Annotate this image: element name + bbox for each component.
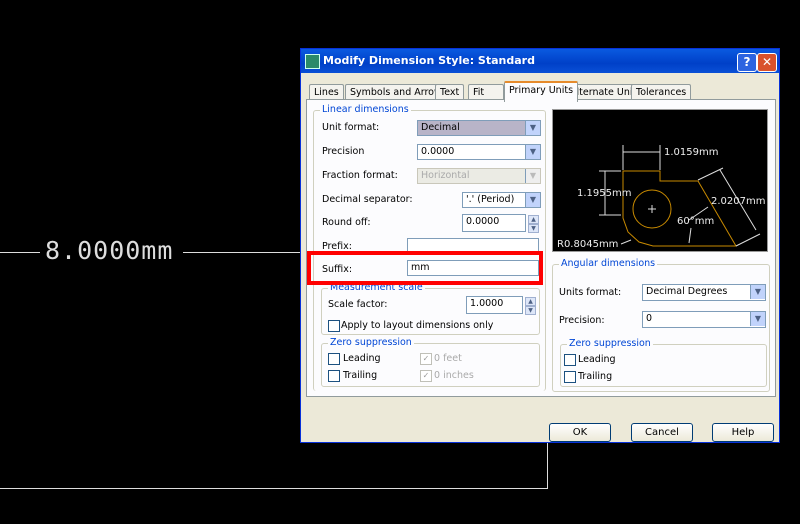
angular-units-select[interactable]: Decimal Degrees ▼ [642, 284, 766, 301]
suffix-highlight-box [307, 251, 543, 285]
ok-button[interactable]: OK [549, 423, 611, 442]
help-button[interactable]: Help [712, 423, 774, 442]
app-icon [305, 54, 320, 69]
preview-pane: 1.0159mm 1.1955mm 2.0207mm 60°mm R0.8045… [552, 109, 768, 252]
value: 0 [646, 313, 653, 324]
group-title: Linear dimensions [320, 104, 411, 115]
preview-aligned-dim: 2.0207mm [711, 196, 765, 207]
layout-only-label: Apply to layout dimensions only [341, 320, 494, 331]
chevron-down-icon: ▼ [750, 312, 765, 326]
value: 0.0000 [421, 146, 455, 157]
group-title: Angular dimensions [559, 258, 658, 269]
chevron-down-icon: ▼ [525, 145, 540, 159]
preview-drawing: 1.0159mm 1.1955mm 2.0207mm 60°mm R0.8045… [557, 145, 765, 250]
chevron-down-icon: ▼ [525, 121, 540, 135]
angular-units-label: Units format: [559, 287, 622, 298]
tab-panel: Linear dimensions Unit format: Decimal ▼ … [306, 99, 776, 397]
help-title-button[interactable]: ? [737, 53, 757, 72]
layout-only-checkbox[interactable] [328, 320, 340, 332]
tab-text[interactable]: Text [435, 84, 465, 100]
trailing-label: Trailing [343, 370, 378, 381]
value: Decimal [421, 122, 460, 133]
round-off-spinner[interactable]: ▲ ▼ [528, 215, 539, 233]
dimension-text: 8.0000mm [45, 236, 174, 265]
fraction-format-select: Horizontal ▼ [417, 168, 541, 184]
dimension-line-right [183, 252, 300, 253]
trailing-checkbox[interactable] [328, 370, 340, 382]
chevron-down-icon: ▼ [525, 169, 540, 183]
scale-factor-input[interactable]: 1.0000 [466, 296, 523, 314]
fraction-format-label: Fraction format: [322, 170, 398, 181]
zero-inches-checkbox: ✓ [420, 370, 432, 382]
tab-fit[interactable]: Fit [468, 84, 504, 100]
unit-format-select[interactable]: Decimal ▼ [417, 120, 541, 136]
scale-factor-label: Scale factor: [328, 299, 388, 310]
title-bar[interactable]: Modify Dimension Style: Standard ? ✕ [301, 49, 779, 73]
dimension-line-left [0, 252, 40, 253]
decimal-separator-label: Decimal separator: [322, 194, 413, 205]
round-off-input[interactable]: 0.0000 [462, 214, 526, 232]
precision-label: Precision [322, 146, 365, 157]
value: Decimal Degrees [646, 286, 728, 297]
modify-dimension-style-dialog: Modify Dimension Style: Standard ? ✕ Lin… [300, 48, 780, 443]
group-title: Zero suppression [567, 338, 653, 349]
angular-trailing-label: Trailing [578, 371, 613, 382]
chevron-down-icon: ▼ [750, 285, 765, 299]
cancel-button[interactable]: Cancel [631, 423, 693, 442]
zero-inches-label: 0 inches [434, 370, 474, 381]
tab-tolerances[interactable]: Tolerances [631, 84, 692, 100]
preview-horizontal-dim: 1.0159mm [664, 147, 718, 158]
group-title: Zero suppression [328, 337, 414, 348]
chevron-down-icon: ▼ [525, 193, 540, 207]
angular-leading-label: Leading [578, 354, 616, 365]
decimal-separator-select[interactable]: '.' (Period) ▼ [462, 192, 541, 208]
scale-factor-spinner[interactable]: ▲ ▼ [525, 297, 536, 315]
tab-primary-units[interactable]: Primary Units [504, 81, 579, 102]
leading-label: Leading [343, 353, 381, 364]
precision-select[interactable]: 0.0000 ▼ [417, 144, 541, 160]
dialog-title: Modify Dimension Style: Standard [323, 54, 535, 67]
round-off-label: Round off: [322, 217, 371, 228]
extension-line [547, 443, 548, 488]
leading-checkbox[interactable] [328, 353, 340, 365]
preview-angle-dim: 60°mm [677, 216, 714, 227]
zero-feet-checkbox: ✓ [420, 353, 432, 365]
tab-lines[interactable]: Lines [309, 84, 344, 100]
angular-precision-select[interactable]: 0 ▼ [642, 311, 766, 328]
drawing-line [0, 488, 548, 489]
angular-leading-checkbox[interactable] [564, 354, 576, 366]
angular-trailing-checkbox[interactable] [564, 371, 576, 383]
preview-vertical-dim: 1.1955mm [577, 188, 631, 199]
preview-radius-dim: R0.8045mm [557, 239, 618, 250]
value: '.' (Period) [466, 194, 515, 205]
close-button[interactable]: ✕ [757, 53, 777, 72]
angular-precision-label: Precision: [559, 315, 605, 326]
zero-feet-label: 0 feet [434, 353, 462, 364]
value: Horizontal [421, 170, 470, 181]
unit-format-label: Unit format: [322, 122, 380, 133]
